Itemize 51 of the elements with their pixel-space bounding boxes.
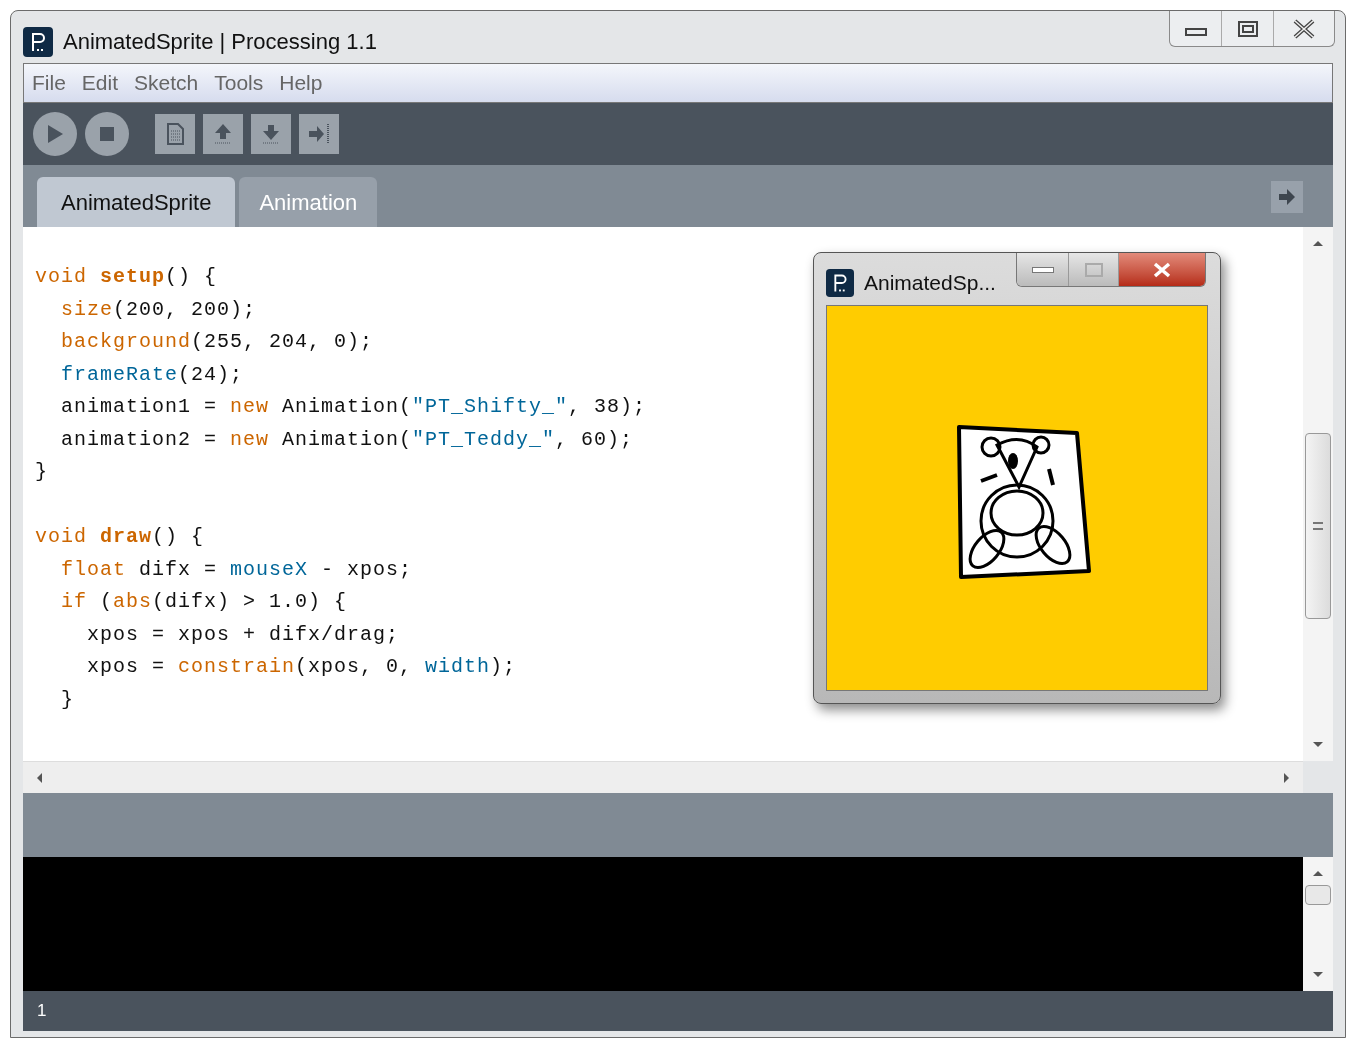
code-line: animation2 = new Animation("PT_Teddy_", 60); xyxy=(60,426,634,453)
close-button[interactable] xyxy=(1119,253,1205,286)
upload-arrow-button[interactable] xyxy=(203,114,243,154)
grip-icon xyxy=(1313,522,1323,530)
line-number: 1 xyxy=(37,1000,47,1023)
run-button[interactable] xyxy=(33,112,77,156)
window-title: AnimatedSprite | Processing 1.1 xyxy=(63,28,377,56)
export-arrow-button[interactable] xyxy=(299,114,339,154)
code-line: if (abs(difx) > 1.0) { xyxy=(60,589,348,615)
code-line: float difx = mouseX - xpos; xyxy=(60,556,413,583)
scrollbar-thumb[interactable] xyxy=(1305,885,1331,905)
right-arrow-icon xyxy=(1277,188,1297,206)
code-line: } xyxy=(60,686,74,713)
console-scrollbar[interactable] xyxy=(1303,857,1333,991)
code-line: background(255, 204, 0); xyxy=(60,329,374,355)
scroll-right-arrow-icon[interactable] xyxy=(1283,771,1291,784)
menu-item[interactable]: Tools xyxy=(214,67,264,99)
editor-tab[interactable]: Animation xyxy=(239,177,378,227)
stop-icon xyxy=(100,127,114,141)
code-line: xpos = constrain(xpos, 0, width); xyxy=(86,654,517,680)
editor-tab[interactable]: AnimatedSprite xyxy=(37,177,236,227)
scrollbar-thumb[interactable] xyxy=(1305,433,1331,619)
download-arrow-button[interactable] xyxy=(251,114,291,154)
minimize-button[interactable] xyxy=(1017,253,1069,286)
play-icon xyxy=(46,124,64,144)
close-icon xyxy=(1292,18,1316,39)
menu-item[interactable]: File xyxy=(32,67,66,99)
scroll-up-arrow-icon[interactable] xyxy=(1312,239,1324,247)
scroll-up-arrow-icon[interactable] xyxy=(1312,869,1324,877)
stop-button[interactable] xyxy=(85,112,129,156)
vertical-scrollbar[interactable] xyxy=(1303,227,1333,761)
horizontal-scrollbar[interactable] xyxy=(23,761,1303,793)
menu-item[interactable]: Edit xyxy=(81,67,119,99)
menu-item[interactable]: Help xyxy=(279,67,323,99)
code-line: void draw() { xyxy=(35,524,205,550)
code-line: size(200, 200); xyxy=(60,296,257,323)
code-line: animation1 = new Animation("PT_Shifty_", 38); xyxy=(60,394,647,420)
code-line: frameRate(24); xyxy=(60,361,244,388)
menu-item[interactable]: Sketch xyxy=(134,67,199,99)
new-file-button[interactable] xyxy=(155,114,195,154)
scroll-left-arrow-icon[interactable] xyxy=(35,771,43,784)
close-icon xyxy=(1152,261,1172,278)
app-logo-icon xyxy=(23,26,53,57)
tab-menu-arrow-button[interactable] xyxy=(1271,181,1303,213)
code-line: void setup() { xyxy=(35,264,218,290)
code-line: xpos = xpos + difx/drag; xyxy=(86,621,400,648)
sketch-window-title: AnimatedSp... xyxy=(864,270,996,296)
scroll-down-arrow-icon[interactable] xyxy=(1312,741,1324,749)
code-line: } xyxy=(35,459,48,485)
sketch-logo-icon xyxy=(826,268,854,297)
scroll-down-arrow-icon[interactable] xyxy=(1312,971,1324,979)
